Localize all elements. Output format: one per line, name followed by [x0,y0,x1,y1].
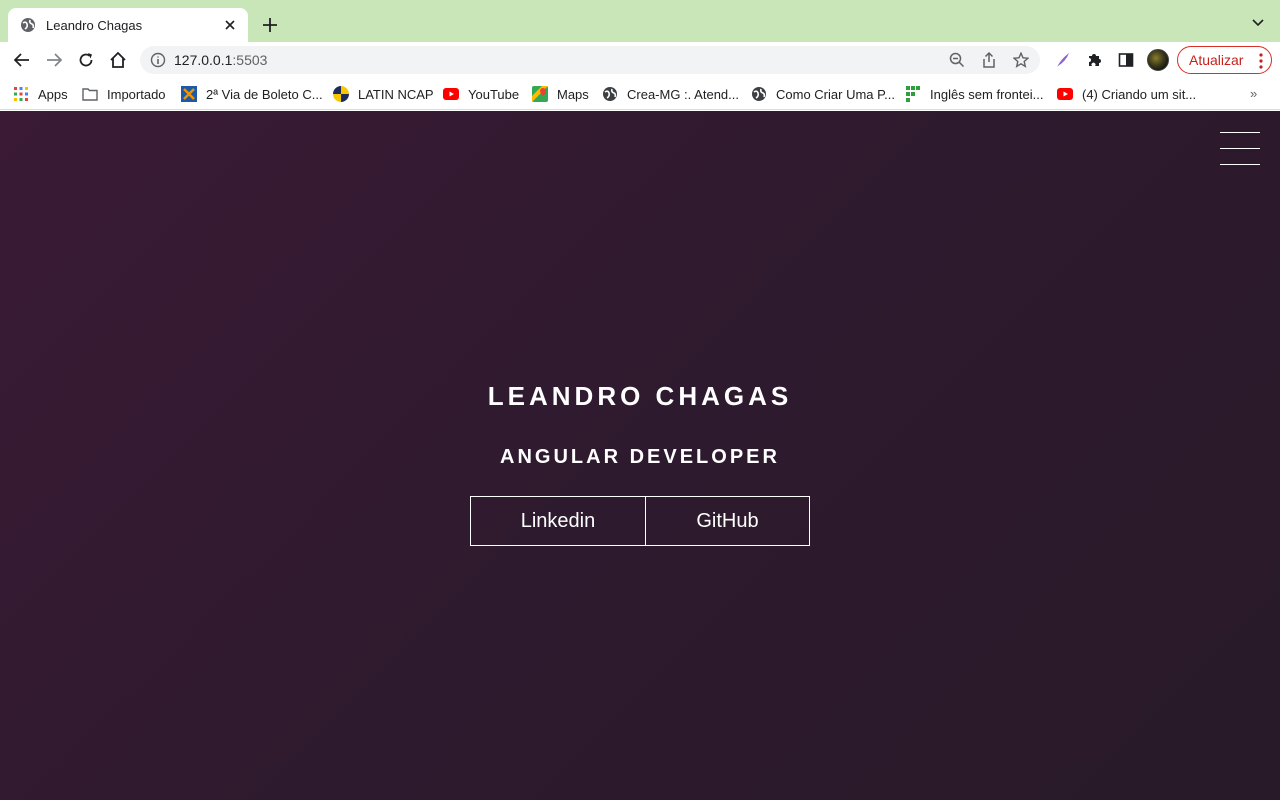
bookmark-como-criar[interactable]: Como Criar Uma P... [751,85,895,103]
bookmarks-bar: Apps Importado 2ª Via de Boleto C... LAT… [0,78,1280,110]
hamburger-menu-icon[interactable] [1220,132,1260,165]
bookmark-ingles[interactable]: Inglês sem frontei... [905,85,1043,103]
bookmark-label: Apps [38,86,68,102]
globe-icon [751,86,767,102]
update-button[interactable]: Atualizar [1177,46,1272,74]
bookmarks-overflow-button[interactable]: » [1250,86,1257,101]
bookmark-label: (4) Criando um sit... [1082,86,1197,102]
bookmark-label: Importado [107,86,166,102]
side-panel-icon[interactable] [1114,48,1138,72]
bookmark-label: Inglês sem frontei... [930,86,1044,102]
bookmark-importado[interactable]: Importado [82,85,166,103]
linkedin-button[interactable]: Linkedin [470,496,646,546]
bookmark-criando-site[interactable]: (4) Criando um sit... [1057,85,1196,103]
tab-title: Leandro Chagas [46,17,143,33]
profile-avatar[interactable] [1147,49,1169,71]
bookmark-crea-mg[interactable]: Crea-MG :. Atend... [602,85,739,103]
bookmark-label: 2ª Via de Boleto C... [206,86,323,102]
close-icon[interactable] [222,17,238,33]
address-url: 127.0.0.1:5503 [174,52,267,68]
back-arrow-icon[interactable] [10,48,34,72]
bookmark-label: YouTube [468,86,520,102]
globe-icon [602,86,618,102]
info-icon[interactable] [150,52,166,68]
apps-grid-icon [13,86,29,102]
hero-section: LEANDRO CHAGAS ANGULAR DEVELOPER Linkedi… [0,111,1280,800]
extension-quill-icon[interactable] [1051,48,1075,72]
url-host: 127.0.0.1 [174,52,233,68]
latin-ncap-icon [333,86,349,102]
hero-name: LEANDRO CHAGAS [487,381,793,411]
reload-icon[interactable] [74,48,98,72]
extensions-puzzle-icon[interactable] [1082,48,1106,72]
url-port: :5503 [232,52,268,68]
green-blocks-icon [905,86,921,102]
hero-links: Linkedin GitHub [470,496,810,546]
new-tab-button[interactable] [258,13,282,37]
bookmark-apps[interactable]: Apps [13,85,68,103]
browser-toolbar: 127.0.0.1:5503 Atualizar [0,42,1280,78]
bookmark-label: Maps [557,86,589,102]
bookmark-youtube[interactable]: YouTube [443,85,519,103]
star-icon[interactable] [1011,50,1031,70]
folder-icon [82,86,98,102]
home-icon[interactable] [106,48,130,72]
hero-role: ANGULAR DEVELOPER [500,446,780,468]
bookmark-label: Crea-MG :. Atend... [627,86,739,102]
maps-icon [532,86,548,102]
address-bar[interactable]: 127.0.0.1:5503 [140,46,1040,74]
caixa-icon [181,86,197,102]
forward-arrow-icon[interactable] [42,48,66,72]
update-button-label: Atualizar [1189,52,1244,68]
zoom-icon[interactable] [947,50,967,70]
bookmark-latin-ncap[interactable]: LATIN NCAP [333,85,434,103]
bookmark-maps[interactable]: Maps [532,85,589,103]
youtube-icon [1057,86,1073,102]
bookmark-label: LATIN NCAP [358,86,434,102]
bookmark-label: Como Criar Uma P... [776,86,895,102]
github-button[interactable]: GitHub [646,496,810,546]
more-vertical-icon [1259,53,1263,69]
share-icon[interactable] [979,50,999,70]
bookmark-boleto[interactable]: 2ª Via de Boleto C... [181,85,323,103]
globe-icon [20,17,36,33]
chevron-down-icon[interactable] [1248,13,1268,33]
browser-tab[interactable]: Leandro Chagas [8,8,248,42]
youtube-icon [443,86,459,102]
browser-tab-strip: Leandro Chagas [0,0,1280,42]
